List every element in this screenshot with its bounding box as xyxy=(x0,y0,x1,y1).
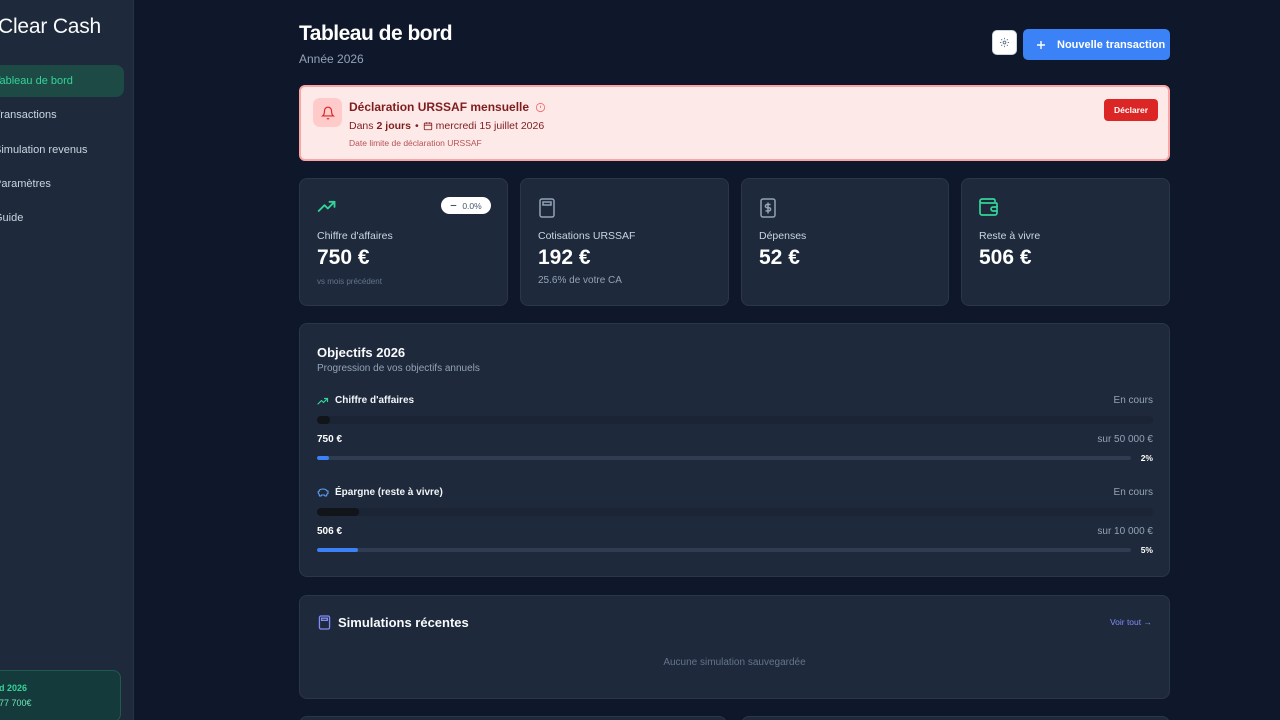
goal-progress-fill xyxy=(317,508,360,516)
calendar-icon xyxy=(423,122,432,131)
alert-date: mercredi 15 juillet 2026 xyxy=(435,120,545,132)
goals-card: Objectifs 2026 Progression de vos object… xyxy=(299,323,1170,577)
stat-card-revenue: 0.0% Chiffre d'affaires 750 € vs mois pr… xyxy=(299,178,508,306)
stat-value: 52 € xyxy=(759,246,800,269)
alert-separator: • xyxy=(414,120,419,132)
page-title: Tableau de bord xyxy=(299,22,453,45)
sidebar-item-label: Tableau de bord xyxy=(0,75,73,87)
stat-value: 750 € xyxy=(317,246,370,269)
goals-title: Objectifs 2026 xyxy=(317,345,406,360)
goal-name: Épargne (reste à vivre) xyxy=(335,487,443,498)
stat-value: 192 € xyxy=(538,246,591,269)
alert-footnote: Date limite de déclaration URSSAF xyxy=(349,138,482,148)
goal-status: En cours xyxy=(1113,395,1153,406)
stat-label: Cotisations URSSAF xyxy=(538,230,636,242)
plus-icon xyxy=(1035,40,1047,50)
settings-button[interactable] xyxy=(992,30,1017,55)
trending-up-icon xyxy=(317,397,329,405)
stat-note: vs mois précédent xyxy=(317,277,382,286)
stat-card-expenses: Dépenses 52 € xyxy=(741,178,949,306)
stat-card-urssaf: Cotisations URSSAF 192 € 25.6% de votre … xyxy=(520,178,729,306)
badge-value: 0.0% xyxy=(462,200,482,211)
app-brand: Clear Cash xyxy=(0,15,102,38)
sidebar-item-guide[interactable]: Guide xyxy=(0,202,124,234)
goal-progress-bar xyxy=(317,548,1131,552)
urssaf-alert: Déclaration URSSAF mensuelle Dans 2 jour… xyxy=(299,85,1170,161)
goal-progress-fill xyxy=(317,416,330,424)
goal-target: sur 50 000 € xyxy=(1097,434,1153,445)
minus-icon xyxy=(451,204,457,207)
alert-prefix: Dans xyxy=(349,120,374,132)
goals-subtitle: Progression de vos objectifs annuels xyxy=(317,363,480,374)
goal-status: En cours xyxy=(1113,487,1153,498)
goal-name-row: Chiffre d'affaires xyxy=(317,395,414,406)
goal-progress-bar-fill xyxy=(317,456,330,460)
new-transaction-label: Nouvelle transaction xyxy=(1057,38,1166,51)
alert-days: 2 jours xyxy=(376,120,411,132)
simulations-empty-state: Aucune simulation sauvegardée xyxy=(663,657,806,668)
goal-name: Chiffre d'affaires xyxy=(335,395,415,406)
info-icon[interactable] xyxy=(535,102,546,113)
alert-title-row: Déclaration URSSAF mensuelle xyxy=(349,100,546,114)
calculator-icon xyxy=(318,615,331,630)
alert-deadline: Dans 2 jours • mercredi 15 juillet 2026 xyxy=(349,120,544,132)
goal-name-row: Épargne (reste à vivre) xyxy=(317,487,443,498)
trending-up-icon xyxy=(317,200,336,212)
sidebar-item-label: Guide xyxy=(0,212,24,225)
receipt-icon xyxy=(760,198,776,218)
revenue-change-badge: 0.0% xyxy=(441,197,491,214)
recent-simulations-card: Simulations récentes Voir tout → Aucune … xyxy=(299,595,1170,699)
piggy-bank-icon xyxy=(317,488,329,497)
simulations-title: Simulations récentes xyxy=(338,615,469,630)
sidebar-item-label: Simulation revenus xyxy=(0,143,88,156)
goal-progress-track xyxy=(317,416,1153,424)
stat-note: 25.6% de votre CA xyxy=(538,275,622,286)
bell-icon xyxy=(313,98,342,127)
goal-value: 506 € xyxy=(317,526,343,537)
goal-progress-bar-fill xyxy=(317,548,359,552)
sidebar-item-label: Paramètres xyxy=(0,177,51,190)
sidebar-item-label: Transactions xyxy=(0,109,57,122)
sidebar: Clear Cash Tableau de bord Transactions … xyxy=(0,0,134,720)
stat-label: Dépenses xyxy=(759,230,807,242)
sidebar-item-dashboard[interactable]: Tableau de bord xyxy=(0,65,124,97)
goal-progress-track xyxy=(317,508,1153,516)
stat-label: Reste à vivre xyxy=(979,230,1041,242)
summary-amount: 77 700€ xyxy=(0,698,32,708)
bottom-card-right xyxy=(741,716,1170,720)
sidebar-item-transactions[interactable]: Transactions xyxy=(0,99,124,131)
goal-percent: 2% xyxy=(1140,453,1153,463)
calculator-icon xyxy=(539,198,555,218)
new-transaction-button[interactable]: Nouvelle transaction xyxy=(1023,29,1170,60)
goal-target: sur 10 000 € xyxy=(1097,526,1153,537)
goal-value: 750 € xyxy=(317,434,343,445)
summary-title: d 2026 xyxy=(0,683,28,693)
declare-button[interactable]: Déclarer xyxy=(1104,99,1158,121)
alert-title: Déclaration URSSAF mensuelle xyxy=(349,100,530,114)
stat-card-remaining: Reste à vivre 506 € xyxy=(961,178,1170,306)
sidebar-nav: Tableau de bord Transactions Simulation … xyxy=(0,65,124,236)
sidebar-summary-card[interactable]: d 2026 77 700€ xyxy=(0,670,121,720)
goal-percent: 5% xyxy=(1140,545,1153,555)
sidebar-item-simulation[interactable]: Simulation revenus xyxy=(0,134,124,166)
gear-icon xyxy=(999,37,1010,48)
sidebar-item-settings[interactable]: Paramètres xyxy=(0,168,124,200)
goal-progress-bar xyxy=(317,456,1131,460)
view-all-link[interactable]: Voir tout → xyxy=(1110,617,1152,627)
wallet-icon xyxy=(979,198,998,216)
stat-value: 506 € xyxy=(979,246,1032,269)
page-subtitle: Année 2026 xyxy=(299,52,364,66)
bottom-card-left xyxy=(299,716,727,720)
stat-label: Chiffre d'affaires xyxy=(317,230,393,242)
simulations-header: Simulations récentes xyxy=(318,615,469,630)
